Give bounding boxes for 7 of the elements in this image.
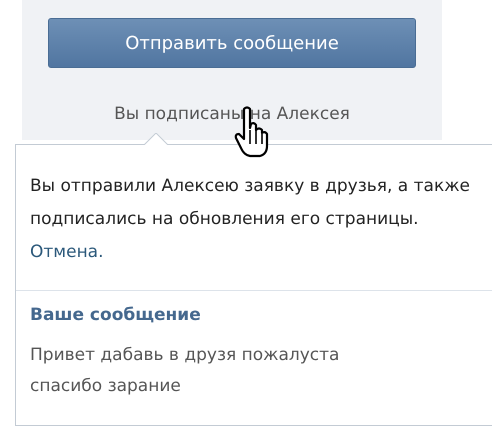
cancel-link[interactable]: Отмена.: [30, 242, 104, 262]
message-heading: Ваше сообщение: [30, 304, 201, 327]
subscription-status: Вы подписаны на Алексея: [113, 103, 351, 126]
popup-pointer-icon: [144, 133, 168, 145]
friend-request-notice: Вы отправили Алексею заявку в друзья, а также подписались на обновления его страницы. Отмена.: [30, 175, 470, 264]
send-message-button[interactable]: Отправить сообщение: [48, 18, 416, 68]
message-text: Привет дабавь в друзя пожалуста спасибо зарание: [30, 344, 340, 398]
